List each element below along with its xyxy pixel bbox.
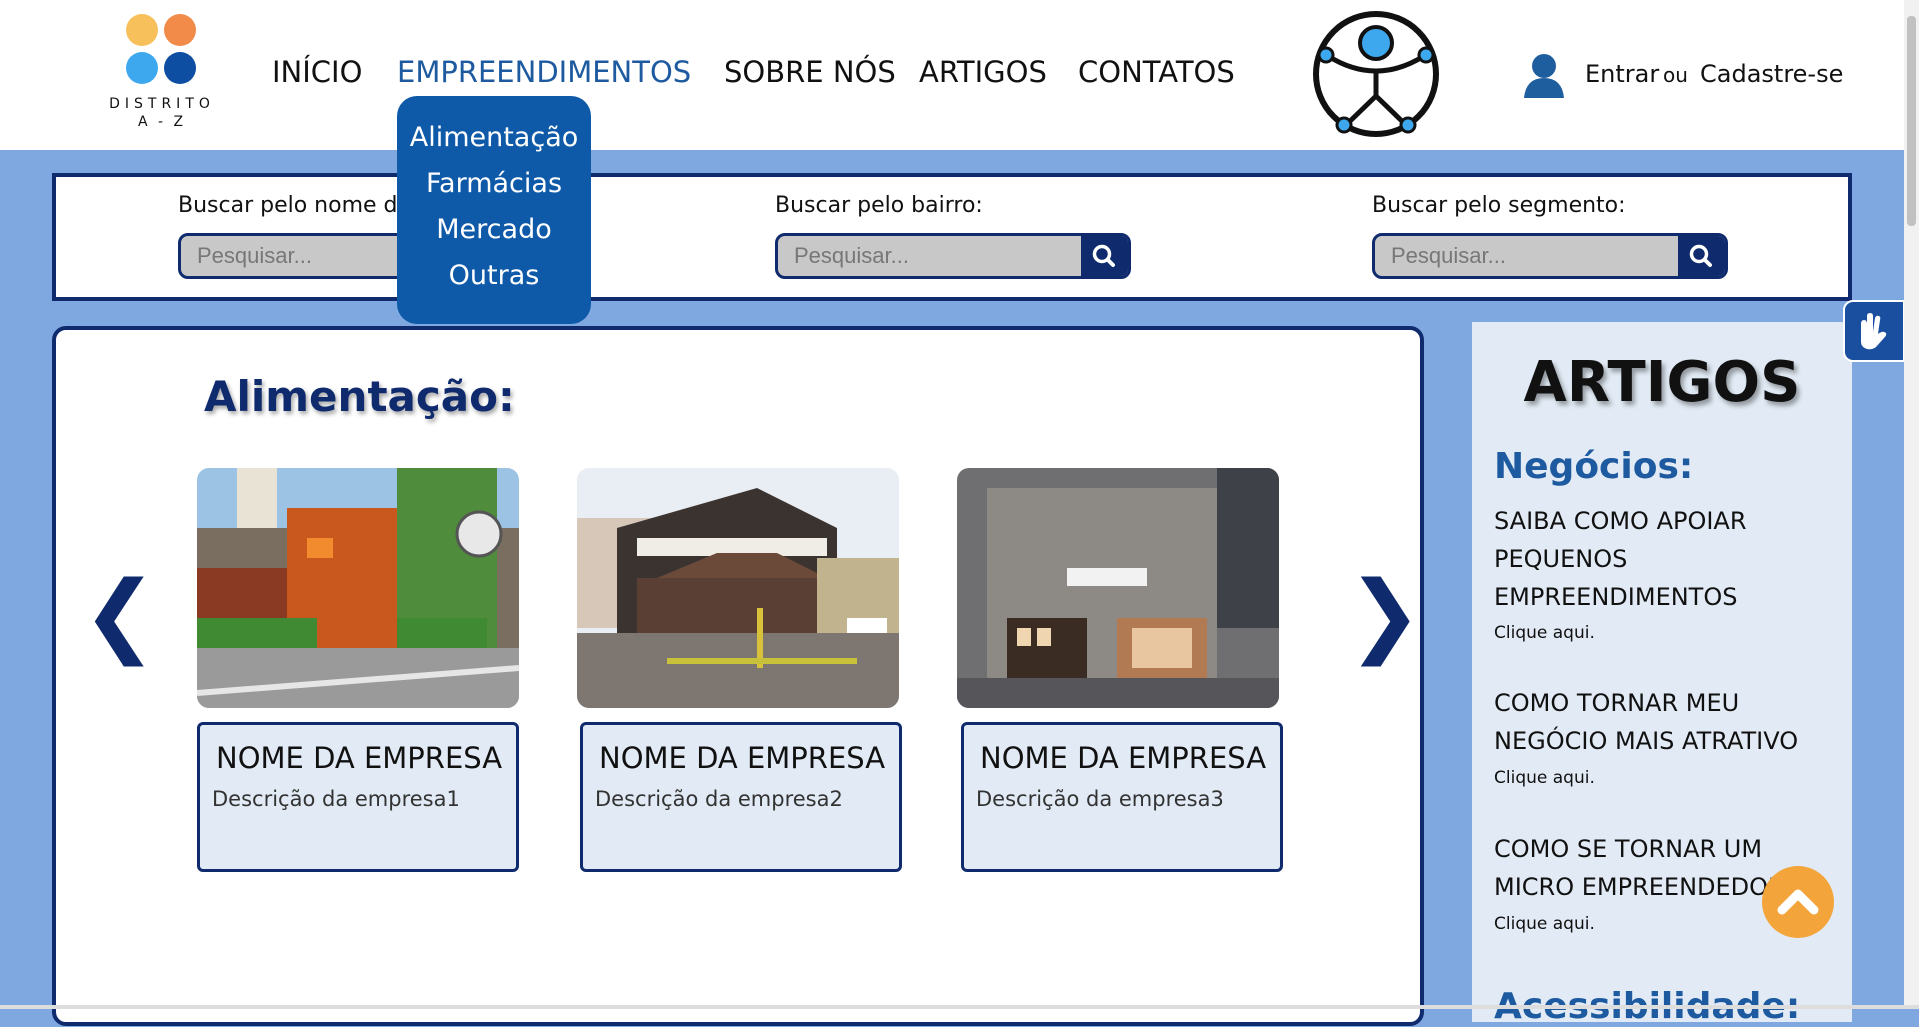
business-name: NOME DA EMPRESA — [216, 741, 503, 775]
nav-inicio[interactable]: INÍCIO — [272, 55, 362, 89]
scroll-top-button[interactable] — [1762, 866, 1834, 938]
logo-text-line2: A - Z — [137, 114, 187, 130]
dropdown-item-outras[interactable]: Outras — [397, 260, 591, 291]
search-button-bairro[interactable] — [1081, 236, 1128, 276]
business-name: NOME DA EMPRESA — [599, 741, 886, 775]
dropdown-item-farmacias[interactable]: Farmácias — [397, 168, 591, 199]
business-photo[interactable] — [577, 468, 899, 708]
logo-dot — [164, 52, 196, 84]
business-photo[interactable] — [197, 468, 519, 708]
search-label-segmento: Buscar pelo segmento: — [1372, 193, 1626, 218]
business-description: Descrição da empresa2 — [595, 787, 843, 811]
dropdown-item-mercado[interactable]: Mercado — [397, 214, 591, 245]
business-description: Descrição da empresa1 — [212, 787, 460, 811]
chevron-up-icon — [1777, 889, 1819, 915]
nav-contatos[interactable]: CONTATOS — [1078, 55, 1235, 89]
site-logo[interactable]: DISTRITO A - Z — [92, 12, 232, 137]
empreendimentos-dropdown: Alimentação Farmácias Mercado Outras — [397, 96, 591, 324]
nav-artigos[interactable]: ARTIGOS — [919, 55, 1047, 89]
logo-dot — [164, 14, 196, 46]
hands-icon — [1861, 313, 1887, 350]
business-card[interactable]: NOME DA EMPRESA Descrição da empresa2 — [580, 722, 902, 872]
search-icon — [1092, 244, 1115, 267]
nav-sobre-nos[interactable]: SOBRE NÓS — [724, 55, 896, 89]
login-link[interactable]: Entrar — [1585, 60, 1659, 88]
login-or-text: ou — [1663, 63, 1688, 87]
section-title: Alimentação: — [204, 372, 515, 421]
business-carousel-panel: Alimentação: ❮ ❯ NOME DA EMPRESA Descriç… — [52, 326, 1424, 1026]
article-title[interactable]: SAIBA COMO APOIAR PEQUENOS EMPREENDIMENT… — [1494, 502, 1844, 616]
search-panel: Buscar pelo nome da loja: Buscar pelo ba… — [52, 173, 1852, 301]
search-icon — [1689, 244, 1712, 267]
business-card[interactable]: NOME DA EMPRESA Descrição da empresa1 — [197, 722, 519, 872]
article-link[interactable]: Clique aqui. — [1494, 914, 1595, 934]
business-card[interactable]: NOME DA EMPRESA Descrição da empresa3 — [961, 722, 1283, 872]
search-field-bairro — [775, 233, 1131, 279]
search-button-segmento[interactable] — [1678, 236, 1725, 276]
register-link[interactable]: Cadastre-se — [1700, 60, 1843, 88]
user-icon[interactable] — [1520, 50, 1568, 98]
business-description: Descrição da empresa3 — [976, 787, 1224, 811]
article-category-title: Negócios: — [1494, 446, 1694, 487]
bottom-edge — [0, 1005, 1919, 1009]
sign-language-button[interactable] — [1843, 300, 1905, 362]
articles-title: ARTIGOS — [1523, 350, 1801, 415]
search-input-segmento[interactable] — [1375, 236, 1681, 276]
scrollbar-thumb[interactable] — [1907, 16, 1916, 226]
logo-dot — [126, 14, 158, 46]
site-header: DISTRITO A - Z INÍCIO EMPREENDIMENTOS SO… — [0, 0, 1919, 150]
accessibility-icon[interactable] — [1306, 8, 1446, 140]
carousel-prev-button[interactable]: ❮ — [82, 570, 157, 660]
business-photo[interactable] — [957, 468, 1279, 708]
business-name: NOME DA EMPRESA — [980, 741, 1267, 775]
search-label-bairro: Buscar pelo bairro: — [775, 193, 983, 218]
article-link[interactable]: Clique aqui. — [1494, 623, 1595, 643]
logo-text-line1: DISTRITO — [109, 96, 215, 112]
article-link[interactable]: Clique aqui. — [1494, 768, 1595, 788]
nav-empreendimentos[interactable]: EMPREENDIMENTOS — [397, 55, 691, 89]
carousel-next-button[interactable]: ❯ — [1347, 570, 1422, 660]
search-field-segmento — [1372, 233, 1728, 279]
dropdown-item-alimentacao[interactable]: Alimentação — [397, 122, 591, 153]
page-scrollbar[interactable] — [1904, 0, 1919, 1009]
search-input-bairro[interactable] — [778, 236, 1084, 276]
logo-dot — [126, 52, 158, 84]
article-title[interactable]: COMO TORNAR MEU NEGÓCIO MAIS ATRATIVO — [1494, 684, 1844, 760]
